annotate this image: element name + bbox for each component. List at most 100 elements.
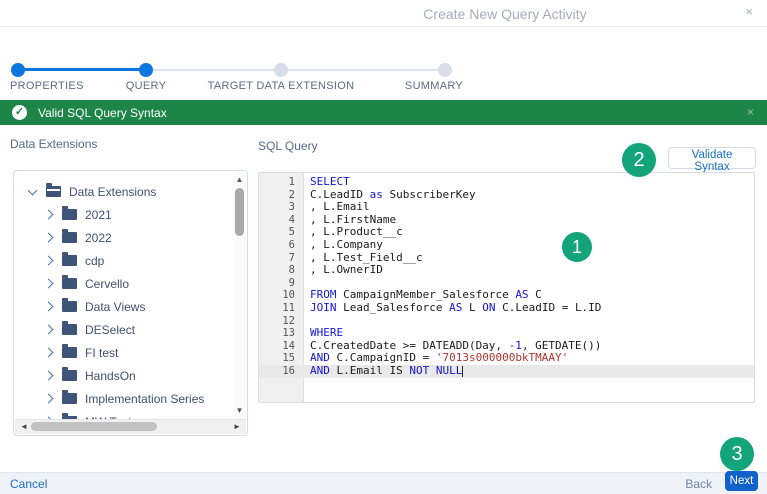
next-button[interactable]: Next xyxy=(725,471,758,491)
page-title: Create New Query Activity xyxy=(380,6,630,22)
tree-item-label: 2021 xyxy=(85,208,112,222)
chevron-right-icon[interactable] xyxy=(44,371,54,381)
folder-icon xyxy=(62,232,77,243)
tree-item-fi-test[interactable]: FI test xyxy=(14,341,233,364)
folder-icon xyxy=(62,209,77,220)
stepper-connector xyxy=(146,69,281,71)
stepper-connector xyxy=(18,68,146,71)
scroll-down-icon[interactable]: ▼ xyxy=(233,405,246,417)
data-extensions-label: Data Extensions xyxy=(10,137,97,151)
chevron-right-icon[interactable] xyxy=(44,279,54,289)
line-number: 10 xyxy=(259,289,303,302)
chevron-right-icon[interactable] xyxy=(44,233,54,243)
horizontal-scroll-thumb[interactable] xyxy=(31,422,157,431)
chevron-right-icon[interactable] xyxy=(44,256,54,266)
step-label-query[interactable]: QUERY xyxy=(126,80,166,92)
chevron-right-icon[interactable] xyxy=(44,394,54,404)
tree-item-label: Data Extensions xyxy=(69,185,156,199)
tree-item-label: cdp xyxy=(85,254,104,268)
step-label-target-data-extension[interactable]: TARGET DATA EXTENSION xyxy=(208,80,355,92)
success-banner: ✓ Valid SQL Query Syntax × xyxy=(0,100,767,125)
back-link[interactable]: Back xyxy=(685,477,712,491)
step-label-summary[interactable]: SUMMARY xyxy=(405,80,463,92)
data-extensions-tree: Data Extensions 2021 2022 cdp Cervello Data V… xyxy=(13,170,248,436)
line-number: 1 xyxy=(259,176,303,189)
check-icon: ✓ xyxy=(12,105,27,120)
line-number: 11 xyxy=(259,302,303,315)
line-number: 14 xyxy=(259,340,303,353)
scroll-up-icon[interactable]: ▲ xyxy=(233,174,246,186)
close-icon[interactable]: × xyxy=(745,4,753,19)
line-number: 7 xyxy=(259,252,303,265)
folder-icon xyxy=(62,255,77,266)
code-text: JOIN Lead_Salesforce AS L ON C.LeadID = … xyxy=(303,302,601,315)
tree-item-data-views[interactable]: Data Views xyxy=(14,295,233,318)
line-number: 4 xyxy=(259,214,303,227)
code-line-11[interactable]: 11JOIN Lead_Salesforce AS L ON C.LeadID … xyxy=(259,302,754,315)
folder-icon xyxy=(62,393,77,404)
code-line-8[interactable]: 8, L.OwnerID xyxy=(259,264,754,277)
code-lines: 1SELECT2C.LeadID as SubscriberKey3, L.Em… xyxy=(259,176,754,378)
cancel-link[interactable]: Cancel xyxy=(10,477,47,491)
line-number: 12 xyxy=(259,315,303,328)
code-text xyxy=(303,277,310,290)
annotation-circle-1: 1 xyxy=(562,232,592,262)
tree-item-2022[interactable]: 2022 xyxy=(14,226,233,249)
code-line-16[interactable]: 16AND L.Email IS NOT NULL xyxy=(259,365,754,378)
banner-close-icon[interactable]: × xyxy=(747,105,754,119)
line-number: 5 xyxy=(259,226,303,239)
tree-item-2021[interactable]: 2021 xyxy=(14,203,233,226)
sql-query-label: SQL Query xyxy=(258,139,318,153)
folder-icon xyxy=(62,370,77,381)
line-number: 16 xyxy=(259,365,303,378)
step-dot-summary[interactable] xyxy=(438,63,452,77)
create-query-activity-modal: Create New Query Activity × PROPERTIESQU… xyxy=(0,0,767,494)
stepper-connector xyxy=(281,69,445,71)
tree-item-label: HandsOn xyxy=(85,369,136,383)
tree-item-label: DESelect xyxy=(85,323,135,337)
line-number: 15 xyxy=(259,352,303,365)
step-dot-target-data-extension[interactable] xyxy=(274,63,288,77)
tree-item-label: Cervello xyxy=(85,277,129,291)
open-folder-icon xyxy=(46,186,61,197)
line-number: 6 xyxy=(259,239,303,252)
scroll-right-icon[interactable]: ► xyxy=(230,420,244,434)
chevron-right-icon[interactable] xyxy=(44,348,54,358)
tree-item-label: Implementation Series xyxy=(85,392,204,406)
tree-item-cervello[interactable]: Cervello xyxy=(14,272,233,295)
folder-icon xyxy=(62,347,77,358)
validate-syntax-button[interactable]: Validate Syntax xyxy=(668,147,756,169)
step-label-properties[interactable]: PROPERTIES xyxy=(10,80,84,92)
banner-message: Valid SQL Query Syntax xyxy=(38,106,167,120)
tree-item-implementation-series[interactable]: Implementation Series xyxy=(14,387,233,410)
folder-icon xyxy=(62,278,77,289)
tree-item-deselect[interactable]: DESelect xyxy=(14,318,233,341)
tree-item-cdp[interactable]: cdp xyxy=(14,249,233,272)
chevron-down-icon[interactable] xyxy=(28,185,38,195)
line-number: 13 xyxy=(259,327,303,340)
line-number: 9 xyxy=(259,277,303,290)
tree-item-label: FI test xyxy=(85,346,118,360)
step-dot-query[interactable] xyxy=(139,63,153,77)
code-text: , L.OwnerID xyxy=(303,264,383,277)
line-number: 8 xyxy=(259,264,303,277)
chevron-right-icon[interactable] xyxy=(44,302,54,312)
sql-code-editor[interactable]: 1SELECT2C.LeadID as SubscriberKey3, L.Em… xyxy=(258,172,755,403)
tree-item-handson[interactable]: HandsOn xyxy=(14,364,233,387)
scroll-left-icon[interactable]: ◄ xyxy=(17,420,31,434)
code-text: AND L.Email IS NOT NULL xyxy=(303,365,463,378)
step-dot-properties[interactable] xyxy=(11,63,25,77)
tree-root-data-extensions[interactable]: Data Extensions xyxy=(14,180,233,203)
wizard-stepper: PROPERTIESQUERYTARGET DATA EXTENSIONSUMM… xyxy=(0,27,767,75)
vertical-scroll-thumb[interactable] xyxy=(235,188,244,236)
annotation-circle-2: 2 xyxy=(622,143,656,177)
line-number: 2 xyxy=(259,189,303,202)
chevron-right-icon[interactable] xyxy=(44,325,54,335)
tree-item-label: Data Views xyxy=(85,300,145,314)
chevron-right-icon[interactable] xyxy=(44,210,54,220)
folder-icon xyxy=(62,301,77,312)
tree-vertical-scrollbar[interactable]: ▲ ▼ xyxy=(233,172,246,419)
tree-horizontal-scrollbar[interactable]: ◄ ► xyxy=(15,419,246,434)
annotation-circle-3: 3 xyxy=(720,437,754,471)
code-text xyxy=(303,315,310,328)
